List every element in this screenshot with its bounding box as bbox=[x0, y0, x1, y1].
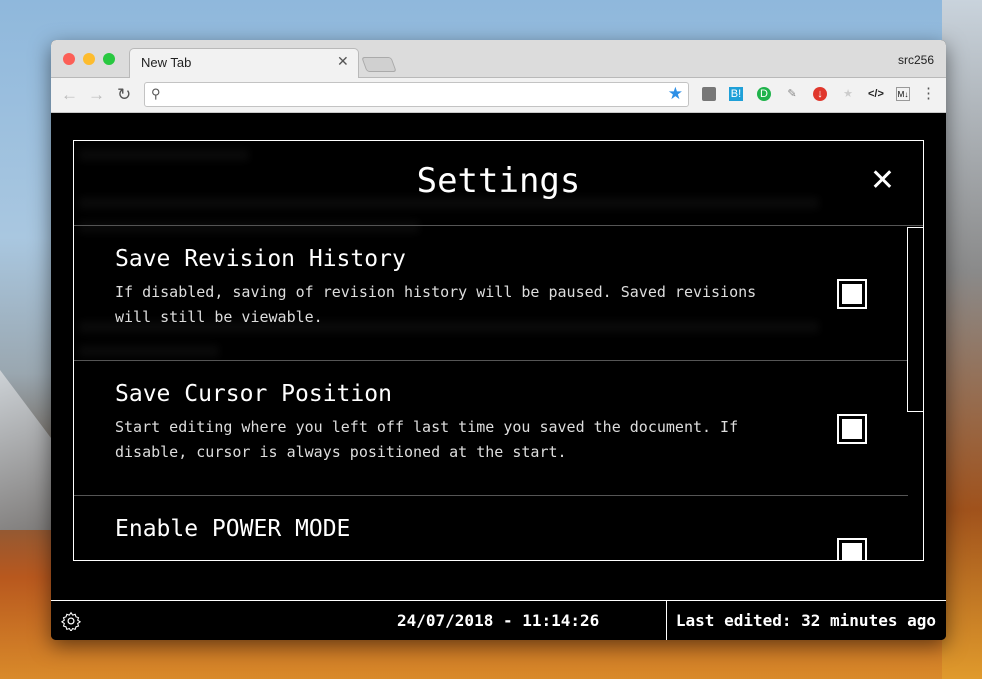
address-bar[interactable]: ⚲ ★ bbox=[144, 82, 689, 107]
gear-icon[interactable] bbox=[61, 611, 81, 631]
setting-title: Save Revision History bbox=[115, 246, 406, 272]
extension-icon[interactable] bbox=[702, 87, 716, 101]
markdown-icon[interactable]: M↓ bbox=[896, 87, 910, 101]
power-mode-checkbox[interactable] bbox=[837, 538, 867, 560]
menu-icon[interactable]: ⋮ bbox=[921, 86, 936, 101]
settings-modal: Settings ✕ Save Revision History If disa… bbox=[73, 140, 924, 561]
setting-title: Save Cursor Position bbox=[115, 381, 392, 407]
forward-icon[interactable]: → bbox=[88, 85, 105, 105]
new-tab-button[interactable] bbox=[361, 57, 397, 72]
setting-row-revision-history: Save Revision History If disabled, savin… bbox=[74, 226, 908, 361]
page-content: Settings ✕ Save Revision History If disa… bbox=[51, 113, 946, 640]
tab-close-icon[interactable]: ✕ bbox=[337, 53, 349, 70]
minimize-window-button[interactable] bbox=[83, 53, 95, 65]
reload-icon[interactable]: ↻ bbox=[117, 85, 131, 105]
cursor-position-checkbox[interactable] bbox=[837, 414, 867, 444]
hatena-bookmark-icon[interactable]: B! bbox=[729, 87, 743, 101]
close-window-button[interactable] bbox=[63, 53, 75, 65]
back-icon[interactable]: ← bbox=[61, 85, 78, 105]
close-icon[interactable]: ✕ bbox=[870, 163, 895, 198]
setting-row-power-mode: Enable POWER MODE bbox=[74, 496, 908, 560]
browser-window: New Tab ✕ src256 ← → ↻ ⚲ ★ B! D ✎ ↓ ★ </… bbox=[51, 40, 946, 640]
modal-header: Settings ✕ bbox=[74, 141, 923, 226]
footer-divider bbox=[666, 601, 667, 640]
bookmark-star-icon[interactable]: ★ bbox=[668, 84, 683, 104]
tab-title: New Tab bbox=[141, 55, 192, 70]
download-extension-icon[interactable]: ↓ bbox=[813, 87, 827, 101]
modal-title: Settings bbox=[416, 161, 581, 201]
setting-description: If disabled, saving of revision history … bbox=[115, 283, 757, 326]
last-edited: Last edited: 32 minutes ago bbox=[675, 611, 936, 630]
zoom-window-button[interactable] bbox=[103, 53, 115, 65]
star-extension-icon[interactable]: ★ bbox=[841, 87, 855, 101]
search-icon: ⚲ bbox=[151, 86, 161, 101]
setting-description: Start editing where you left off last ti… bbox=[115, 418, 739, 461]
revision-history-checkbox[interactable] bbox=[837, 279, 867, 309]
tab-bar: New Tab ✕ src256 bbox=[51, 40, 946, 79]
current-datetime: 24/07/2018 - 11:14:26 bbox=[397, 611, 600, 630]
desktop-mountain bbox=[942, 0, 982, 679]
pushbullet-icon[interactable]: D bbox=[757, 87, 771, 101]
scrollbar-thumb[interactable] bbox=[907, 227, 923, 412]
profile-name[interactable]: src256 bbox=[898, 53, 934, 67]
toolbar: ← → ↻ ⚲ ★ B! D ✎ ↓ ★ </> M↓ ⋮ bbox=[51, 78, 946, 113]
setting-row-cursor-position: Save Cursor Position Start editing where… bbox=[74, 361, 908, 496]
code-icon[interactable]: </> bbox=[868, 87, 884, 101]
setting-title: Enable POWER MODE bbox=[115, 516, 351, 542]
pin-icon[interactable]: ✎ bbox=[785, 87, 799, 101]
status-bar: 24/07/2018 - 11:14:26 Last edited: 32 mi… bbox=[51, 600, 946, 640]
